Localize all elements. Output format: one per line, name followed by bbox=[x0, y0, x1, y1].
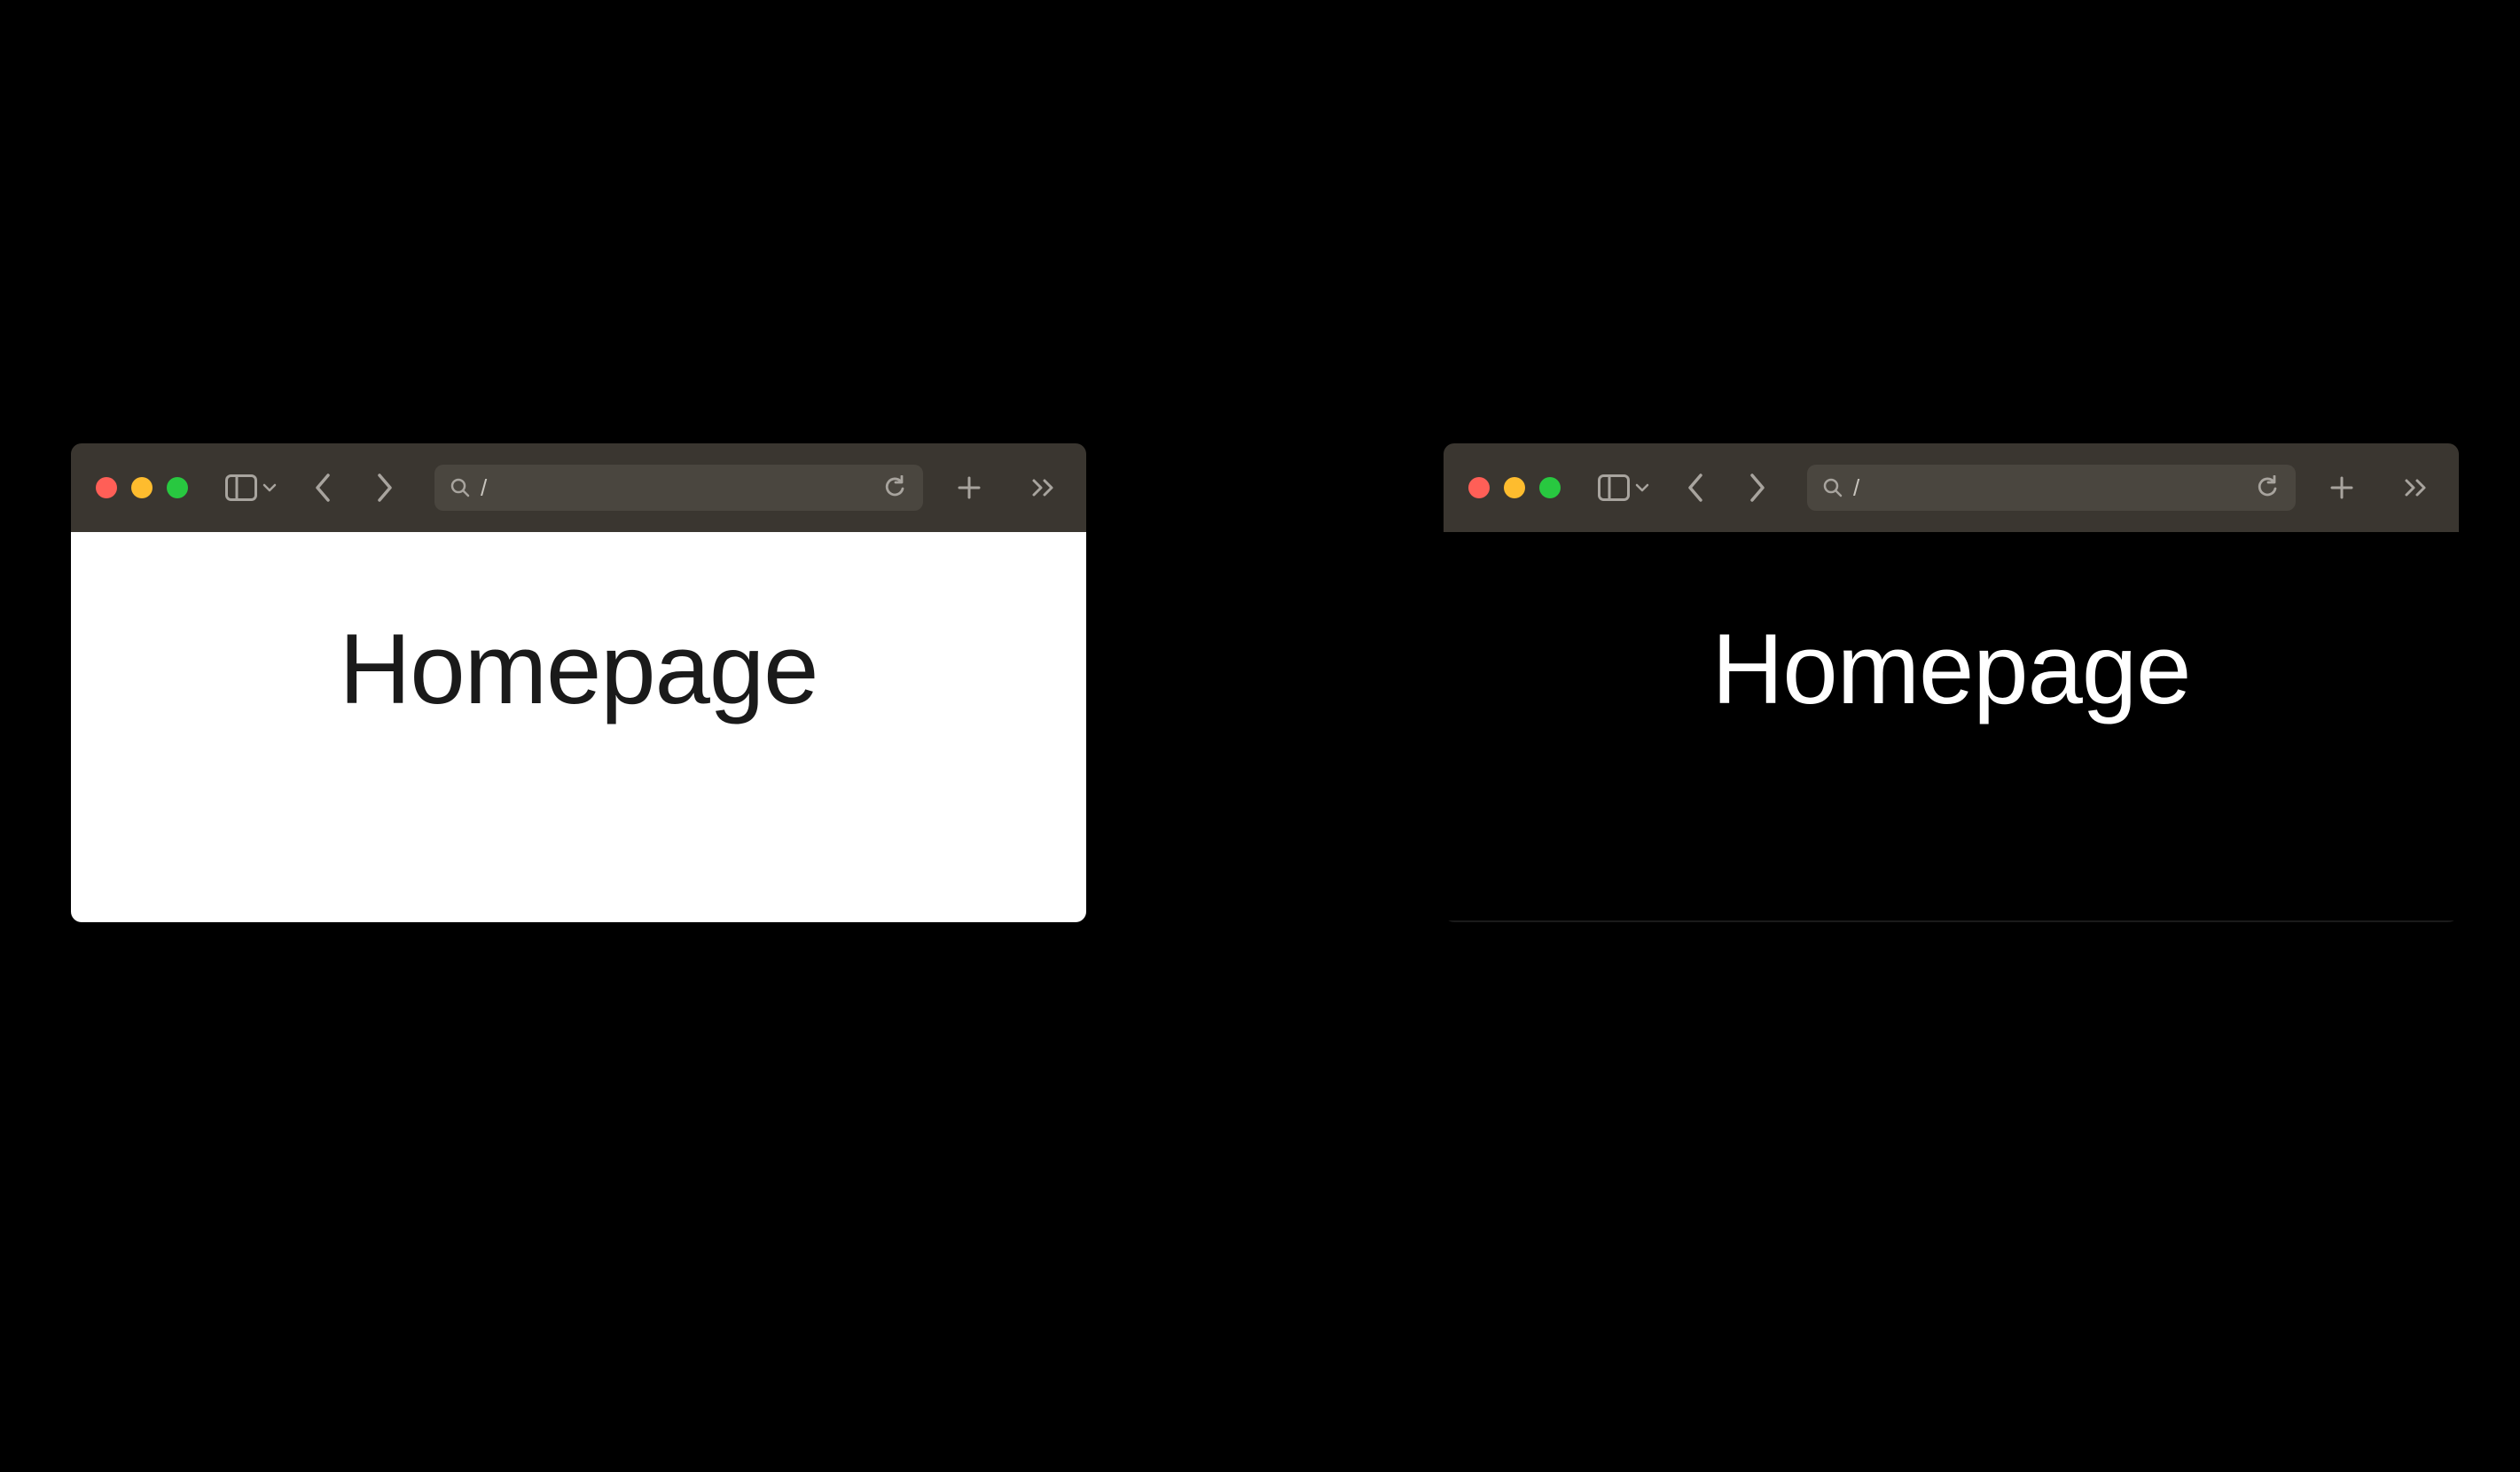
nav-arrows bbox=[1678, 470, 1775, 505]
nav-arrows bbox=[305, 470, 403, 505]
address-text: / bbox=[481, 476, 873, 499]
zoom-window-button[interactable] bbox=[167, 477, 188, 498]
chevron-down-icon[interactable] bbox=[1633, 470, 1651, 505]
browser-toolbar: / bbox=[71, 443, 1086, 532]
overflow-button[interactable] bbox=[2399, 470, 2434, 505]
page-content: Homepage bbox=[1444, 532, 2459, 922]
browser-toolbar: / bbox=[1444, 443, 2459, 532]
minimize-window-button[interactable] bbox=[1504, 477, 1525, 498]
address-text: / bbox=[1853, 476, 2246, 499]
sidebar-icon[interactable] bbox=[1596, 470, 1632, 505]
reload-button[interactable] bbox=[2257, 475, 2280, 500]
sidebar-toggle-group bbox=[223, 470, 278, 505]
page-heading: Homepage bbox=[1712, 612, 2191, 726]
new-tab-button[interactable] bbox=[951, 470, 987, 505]
browser-window-light: / Homepage bbox=[71, 443, 1086, 922]
zoom-window-button[interactable] bbox=[1539, 477, 1561, 498]
address-bar[interactable]: / bbox=[434, 465, 923, 511]
page-heading: Homepage bbox=[340, 612, 818, 726]
traffic-lights bbox=[96, 477, 188, 498]
back-button[interactable] bbox=[305, 470, 340, 505]
browser-window-dark: / Homepage bbox=[1444, 443, 2459, 922]
toolbar-right bbox=[2324, 470, 2434, 505]
address-bar[interactable]: / bbox=[1807, 465, 2296, 511]
chevron-down-icon[interactable] bbox=[261, 470, 278, 505]
forward-button[interactable] bbox=[1740, 470, 1775, 505]
sidebar-icon[interactable] bbox=[223, 470, 259, 505]
back-button[interactable] bbox=[1678, 470, 1713, 505]
forward-button[interactable] bbox=[367, 470, 403, 505]
sidebar-toggle-group bbox=[1596, 470, 1651, 505]
new-tab-button[interactable] bbox=[2324, 470, 2360, 505]
close-window-button[interactable] bbox=[1468, 477, 1490, 498]
search-icon bbox=[450, 478, 470, 497]
search-icon bbox=[1823, 478, 1843, 497]
reload-button[interactable] bbox=[884, 475, 907, 500]
traffic-lights bbox=[1468, 477, 1561, 498]
overflow-button[interactable] bbox=[1026, 470, 1061, 505]
close-window-button[interactable] bbox=[96, 477, 117, 498]
toolbar-right bbox=[951, 470, 1061, 505]
page-content: Homepage bbox=[71, 532, 1086, 922]
minimize-window-button[interactable] bbox=[131, 477, 153, 498]
